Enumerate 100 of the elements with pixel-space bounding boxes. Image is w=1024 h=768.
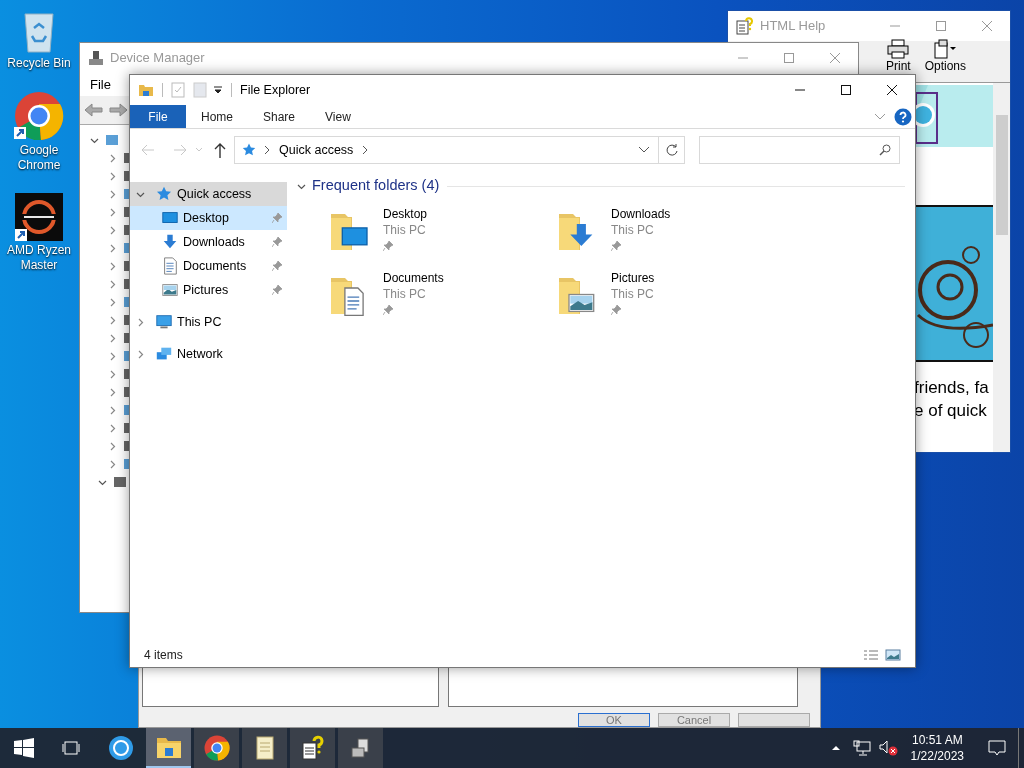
nav-label[interactable]: Quick access	[177, 184, 252, 204]
nav-label[interactable]: Documents	[183, 256, 247, 276]
refresh-button[interactable]	[659, 136, 685, 164]
expand-chevron-icon[interactable]	[108, 225, 117, 235]
start-icon[interactable]	[14, 738, 34, 758]
help-document-icon	[736, 17, 754, 35]
expand-chevron-icon[interactable]	[108, 369, 117, 379]
pin-icon[interactable]	[611, 305, 621, 315]
search-icon[interactable]	[879, 144, 891, 156]
dropdown-icon[interactable]	[213, 85, 223, 95]
nav-label[interactable]: Downloads	[183, 232, 245, 252]
downloads-icon	[161, 233, 179, 251]
expand-chevron-icon[interactable]	[108, 405, 117, 415]
pin-icon[interactable]	[272, 237, 282, 247]
nav-label[interactable]: Pictures	[183, 280, 229, 300]
ribbon-tab[interactable]: Share	[248, 105, 311, 128]
show-hidden-icons-icon[interactable]	[830, 744, 841, 752]
volume-muted-icon[interactable]	[878, 740, 899, 756]
pin-icon[interactable]	[383, 305, 393, 315]
expand-chevron-icon[interactable]	[108, 171, 117, 181]
printer-icon[interactable]	[887, 39, 910, 59]
notification-icon[interactable]	[988, 739, 1006, 757]
options-icon[interactable]	[933, 39, 958, 59]
expand-ribbon-icon[interactable]	[874, 112, 886, 121]
expand-chevron-icon[interactable]	[108, 261, 117, 271]
expand-chevron-icon[interactable]	[136, 349, 145, 359]
search-field[interactable]	[699, 136, 900, 164]
chrome-icon[interactable]	[14, 91, 64, 141]
nav-item[interactable]: Network	[130, 342, 287, 366]
expand-chevron-icon[interactable]	[108, 297, 117, 307]
taskbar-app[interactable]	[338, 728, 383, 768]
breadcrumb-chevron-icon[interactable]	[361, 145, 370, 155]
expand-chevron-icon[interactable]	[108, 351, 117, 361]
nav-item[interactable]: Desktop	[130, 206, 287, 230]
nav-item[interactable]: Documents	[130, 254, 287, 278]
expand-chevron-icon[interactable]	[108, 423, 117, 433]
pin-icon[interactable]	[611, 241, 621, 251]
section-heading[interactable]: Frequent folders (4)	[312, 175, 440, 197]
nav-item[interactable]: Downloads	[130, 230, 287, 254]
expand-chevron-icon[interactable]	[108, 387, 117, 397]
help-icon[interactable]	[894, 107, 912, 126]
network-icon[interactable]	[852, 740, 871, 756]
chrome-icon	[203, 735, 230, 761]
taskbar-app[interactable]	[290, 728, 335, 768]
expand-chevron-icon[interactable]	[108, 279, 117, 289]
nav-item[interactable]: Quick access	[130, 182, 287, 206]
folder-tile[interactable]: Desktop This PC	[327, 206, 555, 254]
taskbar-app[interactable]	[194, 728, 239, 768]
desktop-icon-label[interactable]: Recycle Bin	[7, 56, 71, 71]
forward-icon[interactable]	[108, 102, 128, 118]
dialog-button[interactable]: OK	[578, 713, 650, 727]
nav-label[interactable]: Network	[177, 344, 223, 364]
large-icons-view-icon[interactable]	[885, 649, 901, 661]
clock-date[interactable]: 1/22/2023	[910, 748, 964, 764]
ribbon-tab[interactable]: File	[130, 105, 186, 128]
clock-time[interactable]: 10:51 AM	[911, 732, 963, 748]
list-box[interactable]	[142, 666, 439, 707]
pin-icon[interactable]	[272, 261, 282, 271]
address-bar[interactable]: Quick access	[234, 136, 659, 164]
folder-tile[interactable]: Pictures This PC	[555, 270, 783, 318]
folder-tile[interactable]: Documents This PC	[327, 270, 555, 318]
clock[interactable]: 10:51 AM 1/22/2023	[910, 732, 964, 764]
task-view-icon[interactable]	[62, 740, 80, 756]
desktop-icon-label[interactable]: AMD Ryzen Master	[1, 243, 77, 273]
up-arrow-icon[interactable]	[212, 141, 228, 159]
expand-chevron-icon[interactable]	[108, 333, 117, 343]
refresh-icon[interactable]	[664, 143, 679, 157]
dialog-button[interactable]: Cancel	[658, 713, 730, 727]
back-icon[interactable]	[84, 102, 104, 118]
details-view-icon[interactable]	[863, 649, 879, 661]
ribbon-tab[interactable]: Home	[186, 105, 248, 128]
expand-chevron-icon[interactable]	[108, 153, 117, 163]
list-box[interactable]	[448, 666, 798, 707]
expand-chevron-icon[interactable]	[108, 459, 117, 469]
toolbar-label[interactable]: Print	[886, 59, 911, 73]
breadcrumb[interactable]: Quick access	[279, 140, 354, 160]
expand-chevron-icon[interactable]	[108, 243, 117, 253]
breadcrumb-chevron-icon[interactable]	[263, 145, 271, 155]
folder-tile[interactable]: Downloads This PC	[555, 206, 783, 254]
expand-chevron-icon[interactable]	[108, 189, 117, 199]
taskbar-app[interactable]	[242, 728, 287, 768]
menu-item[interactable]: File	[90, 74, 111, 95]
expand-chevron-icon[interactable]	[108, 207, 117, 217]
pin-icon[interactable]	[383, 241, 393, 251]
nav-item[interactable]: This PC	[130, 310, 287, 334]
pin-icon[interactable]	[272, 285, 282, 295]
nav-label[interactable]: Desktop	[183, 208, 229, 228]
toolbar-label[interactable]: Options	[924, 59, 967, 73]
dialog-button[interactable]	[738, 713, 810, 727]
pin-icon[interactable]	[272, 213, 282, 223]
app-icon	[107, 735, 134, 761]
ryzen-logo-icon[interactable]	[15, 193, 63, 241]
expand-chevron-icon[interactable]	[108, 441, 117, 451]
expand-chevron-icon[interactable]	[136, 317, 145, 327]
nav-item[interactable]: Pictures	[130, 278, 287, 302]
ribbon-tab[interactable]: View	[310, 105, 366, 128]
address-dropdown-icon[interactable]	[638, 146, 650, 154]
nav-label[interactable]: This PC	[177, 312, 222, 332]
expand-chevron-icon[interactable]	[108, 315, 117, 325]
desktop-icon-label[interactable]: Google Chrome	[1, 143, 77, 173]
